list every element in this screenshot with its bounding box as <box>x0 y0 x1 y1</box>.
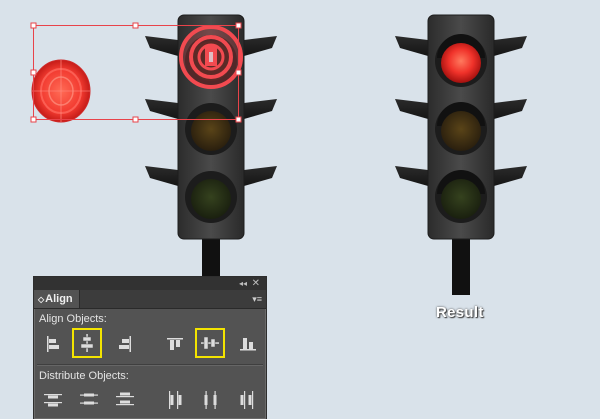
handle-bl[interactable] <box>30 116 37 123</box>
close-icon[interactable]: ✕ <box>252 277 260 290</box>
distribute-objects-label: Distribute Objects: <box>39 370 129 382</box>
vertical-distribute-top-icon <box>44 394 62 407</box>
handle-tl[interactable] <box>30 22 37 29</box>
vertical-distribute-bottom-button[interactable] <box>110 385 140 415</box>
horizontal-align-left-button[interactable] <box>38 329 68 359</box>
vertical-align-top-icon <box>167 338 183 350</box>
panel-titlebar[interactable]: ◂◂ ✕ <box>34 277 266 290</box>
vertical-align-center-button[interactable] <box>195 328 225 358</box>
handle-bm[interactable] <box>132 116 139 123</box>
horizontal-distribute-right-button[interactable] <box>233 385 263 415</box>
handle-br[interactable] <box>235 116 242 123</box>
vertical-distribute-center-button[interactable] <box>74 385 104 415</box>
green-lamp <box>441 179 481 219</box>
traffic-light-left <box>145 14 277 280</box>
handle-tr[interactable] <box>235 22 242 29</box>
vertical-align-top-button[interactable] <box>160 329 190 359</box>
handle-tm[interactable] <box>132 22 139 29</box>
tab-align-label: Align <box>45 293 73 305</box>
tab-toggle-icon[interactable]: ◇ <box>38 295 44 304</box>
result-label: Result <box>436 304 484 321</box>
horizontal-distribute-left-button[interactable] <box>160 385 190 415</box>
align-objects-label: Align Objects: <box>39 313 107 325</box>
traffic-light-result <box>395 14 527 295</box>
vertical-distribute-top-button[interactable] <box>38 385 68 415</box>
red-lamp <box>441 43 481 83</box>
amber-lamp <box>191 111 231 151</box>
green-lamp <box>191 179 231 219</box>
horizontal-distribute-right-icon <box>240 391 254 409</box>
horizontal-align-right-button[interactable] <box>110 329 140 359</box>
collapse-icon[interactable]: ◂◂ <box>239 277 247 290</box>
horizontal-align-left-icon <box>47 336 59 352</box>
vertical-align-bottom-icon <box>240 338 256 351</box>
tab-align[interactable]: ◇Align <box>34 290 80 308</box>
vertical-distribute-bottom-icon <box>116 392 134 406</box>
vertical-distribute-center-icon <box>80 393 98 405</box>
panel-menu-icon[interactable]: ▾≡ <box>252 293 262 305</box>
handle-mr[interactable] <box>235 69 242 76</box>
amber-lamp <box>441 111 481 151</box>
align-panel: ◂◂ ✕ ◇Align ▾≡ Align Objects: Distribute… <box>33 276 267 419</box>
horizontal-distribute-center-button[interactable] <box>196 385 226 415</box>
pole <box>202 235 220 280</box>
horizontal-distribute-center-icon <box>204 391 217 409</box>
horizontal-align-center-icon <box>80 334 94 352</box>
panel-divider <box>37 364 263 366</box>
horizontal-align-right-icon <box>119 336 131 352</box>
panel-tabbar: ◇Align ▾≡ <box>34 290 266 309</box>
red-lamp-object[interactable] <box>31 59 91 123</box>
horizontal-align-center-button[interactable] <box>72 328 102 358</box>
vertical-align-center-icon <box>201 336 219 350</box>
vertical-align-bottom-button[interactable] <box>233 329 263 359</box>
horizontal-distribute-left-icon <box>169 391 182 409</box>
handle-ml[interactable] <box>30 69 37 76</box>
pole <box>452 235 470 295</box>
